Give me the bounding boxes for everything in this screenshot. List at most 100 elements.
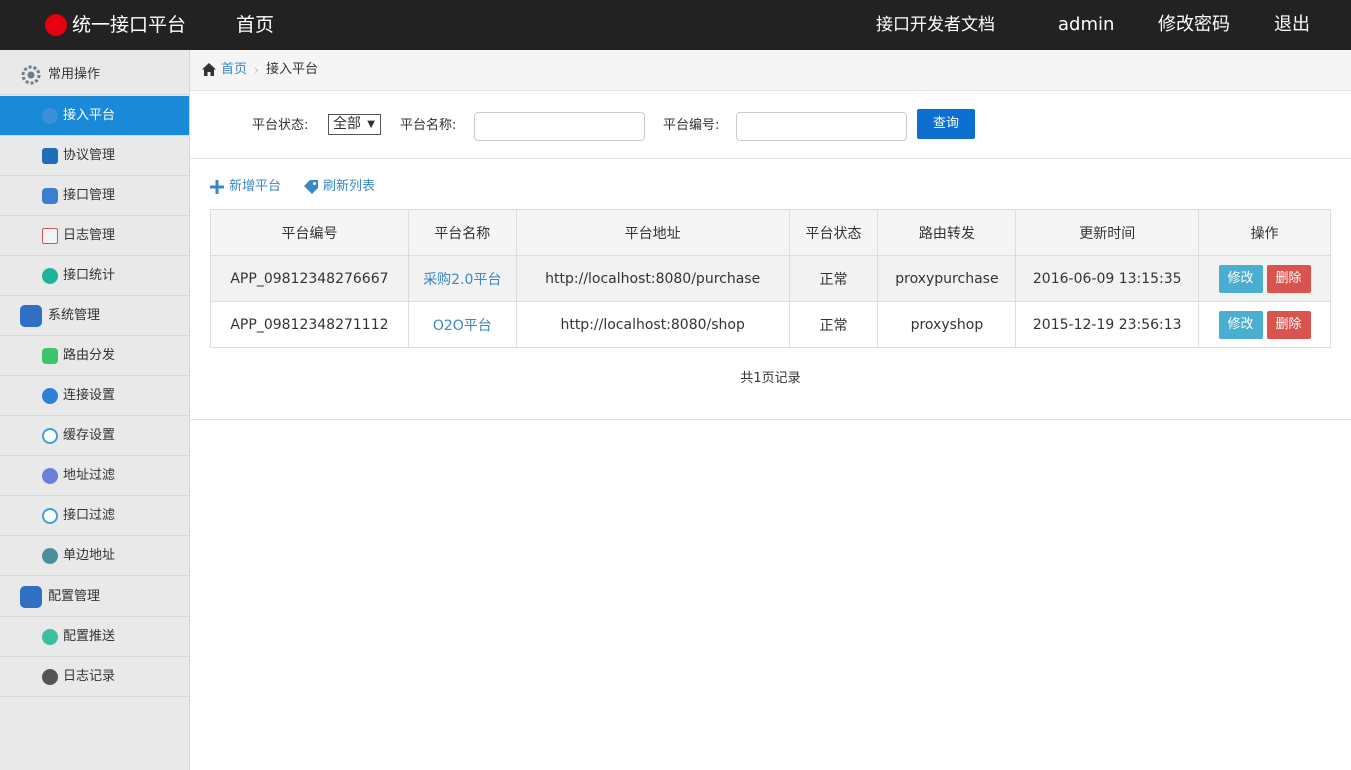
settings-icon [20, 305, 42, 327]
platform-code-cell: APP_09812348271112 [210, 301, 409, 348]
platform-name-link[interactable]: 采购2.0平台 [423, 272, 501, 288]
interface-filter-icon [42, 508, 58, 524]
table-header-row: 平台编号 平台名称 平台地址 平台状态 路由转发 更新时间 操作 [210, 209, 1331, 256]
sidebar-item-label: 单边地址 [63, 548, 116, 563]
sidebar-item-cache[interactable]: 缓存设置 [0, 416, 189, 456]
cache-icon [42, 428, 58, 444]
platform-status-cell: 正常 [788, 255, 879, 302]
pagination-info: 共1页记录 [740, 371, 801, 386]
sidebar-item-interface[interactable]: 接口管理 [0, 176, 189, 216]
sidebar-item-connection[interactable]: 连接设置 [0, 376, 189, 416]
platform-code-input[interactable] [736, 112, 907, 141]
query-button[interactable]: 查询 [917, 109, 975, 139]
statistics-icon [42, 268, 58, 284]
breadcrumb: 首页 › 接入平台 [190, 50, 1351, 91]
sidebar-item-label: 日志记录 [63, 669, 116, 684]
sidebar-item-statistics[interactable]: 接口统计 [0, 256, 189, 296]
sidebar-group-system[interactable]: 系统管理 [0, 296, 189, 336]
column-header: 操作 [1198, 209, 1331, 256]
delete-button[interactable]: 删除 [1266, 310, 1311, 339]
divider [190, 419, 1351, 420]
sidebar-item-log[interactable]: 日志管理 [0, 216, 189, 256]
edit-button[interactable]: 修改 [1218, 310, 1263, 339]
actions-cell: 修改 删除 [1198, 301, 1331, 348]
logo-icon [45, 14, 67, 36]
status-label: 平台状态: [252, 118, 309, 133]
code-label: 平台编号: [663, 118, 720, 133]
accessibility-icon [42, 108, 58, 124]
status-select[interactable]: 全部 ▼ [328, 114, 381, 135]
sidebar-item-route[interactable]: 路由分发 [0, 336, 189, 376]
sidebar-group-label: 常用操作 [48, 67, 101, 82]
updated-time-cell: 2015-12-19 23:56:13 [1015, 301, 1200, 348]
breadcrumb-separator: › [254, 63, 259, 77]
platform-status-cell: 正常 [788, 301, 879, 348]
sidebar-group-label: 系统管理 [48, 308, 101, 323]
filter-bar: 平台状态: 全部 ▼ 平台名称: 平台编号: 查询 [190, 91, 1351, 159]
breadcrumb-home-link[interactable]: 首页 [221, 61, 247, 79]
push-icon [42, 629, 58, 645]
sidebar-item-interface-filter[interactable]: 接口过滤 [0, 496, 189, 536]
chevron-down-icon: ▼ [367, 119, 375, 130]
developer-docs-link[interactable]: 接口开发者文档 [876, 12, 995, 38]
column-header: 平台状态 [788, 209, 879, 256]
user-menu[interactable]: admin [1058, 12, 1114, 38]
refresh-list-button[interactable]: 刷新列表 [304, 178, 384, 196]
home-icon [202, 63, 216, 76]
column-header: 平台地址 [515, 209, 790, 256]
sidebar-item-protocol[interactable]: 协议管理 [0, 136, 189, 176]
sidebar-item-single-address[interactable]: 单边地址 [0, 536, 189, 576]
column-header: 更新时间 [1015, 209, 1200, 256]
sidebar-item-address-filter[interactable]: 地址过滤 [0, 456, 189, 496]
platform-name-cell: 采购2.0平台 [407, 255, 517, 302]
sidebar-item-label: 接口过滤 [63, 508, 116, 523]
log-chart-icon [42, 228, 58, 244]
logout-link[interactable]: 退出 [1274, 12, 1310, 38]
protocol-icon [42, 148, 58, 164]
name-label: 平台名称: [400, 118, 457, 133]
sidebar-item-label: 接入平台 [63, 108, 116, 123]
app-title: 统一接口平台 [72, 14, 187, 36]
sidebar-item-label: 路由分发 [63, 348, 116, 363]
sidebar-item-label: 配置推送 [63, 629, 116, 644]
delete-button[interactable]: 删除 [1266, 264, 1311, 293]
sidebar-item-config-push[interactable]: 配置推送 [0, 617, 189, 657]
main-content: 首页 › 接入平台 平台状态: 全部 ▼ 平台名称: 平台编号: 查询 新增平台… [190, 50, 1351, 770]
sidebar-group-label: 配置管理 [48, 589, 101, 604]
sidebar-item-label: 接口管理 [63, 188, 116, 203]
sidebar-item-label: 接口统计 [63, 268, 116, 283]
route-icon [42, 348, 58, 364]
change-password-link[interactable]: 修改密码 [1158, 12, 1230, 38]
connection-icon [42, 388, 58, 404]
add-platform-label: 新增平台 [229, 179, 282, 194]
sidebar-group-common[interactable]: 常用操作 [0, 55, 189, 95]
sidebar-item-log-record[interactable]: 日志记录 [0, 657, 189, 697]
platform-name-cell: O2O平台 [407, 301, 517, 348]
updated-time-cell: 2016-06-09 13:15:35 [1015, 255, 1200, 302]
platform-code-cell: APP_09812348276667 [210, 255, 409, 302]
interface-icon [42, 188, 58, 204]
edit-button[interactable]: 修改 [1218, 264, 1263, 293]
column-header: 平台编号 [210, 209, 409, 256]
platform-url-cell: http://localhost:8080/purchase [515, 255, 790, 302]
top-nav-home[interactable]: 首页 [236, 12, 274, 38]
status-select-value: 全部 [333, 116, 361, 132]
route-cell: proxyshop [877, 301, 1017, 348]
sidebar-group-config[interactable]: 配置管理 [0, 577, 189, 617]
sidebar-item-label: 日志管理 [63, 228, 116, 243]
sidebar: 常用操作 接入平台 协议管理 接口管理 日志管理 接口统计 系统管理 路由分发 … [0, 50, 190, 770]
platform-table: 平台编号 平台名称 平台地址 平台状态 路由转发 更新时间 操作 APP_098… [210, 209, 1331, 348]
add-platform-button[interactable]: 新增平台 [210, 178, 290, 196]
sidebar-item-access-platform[interactable]: 接入平台 [0, 96, 189, 136]
record-icon [42, 669, 58, 685]
column-header: 平台名称 [407, 209, 517, 256]
refresh-list-label: 刷新列表 [323, 179, 376, 194]
sidebar-item-label: 地址过滤 [63, 468, 116, 483]
top-navbar: 统一接口平台 首页 接口开发者文档 admin 修改密码 退出 [0, 0, 1351, 50]
platform-name-link[interactable]: O2O平台 [433, 318, 492, 334]
plus-icon [210, 180, 224, 194]
gear-icon [21, 65, 41, 85]
platform-name-input[interactable] [474, 112, 645, 141]
sidebar-item-label: 连接设置 [63, 388, 116, 403]
breadcrumb-current: 接入平台 [266, 62, 319, 77]
